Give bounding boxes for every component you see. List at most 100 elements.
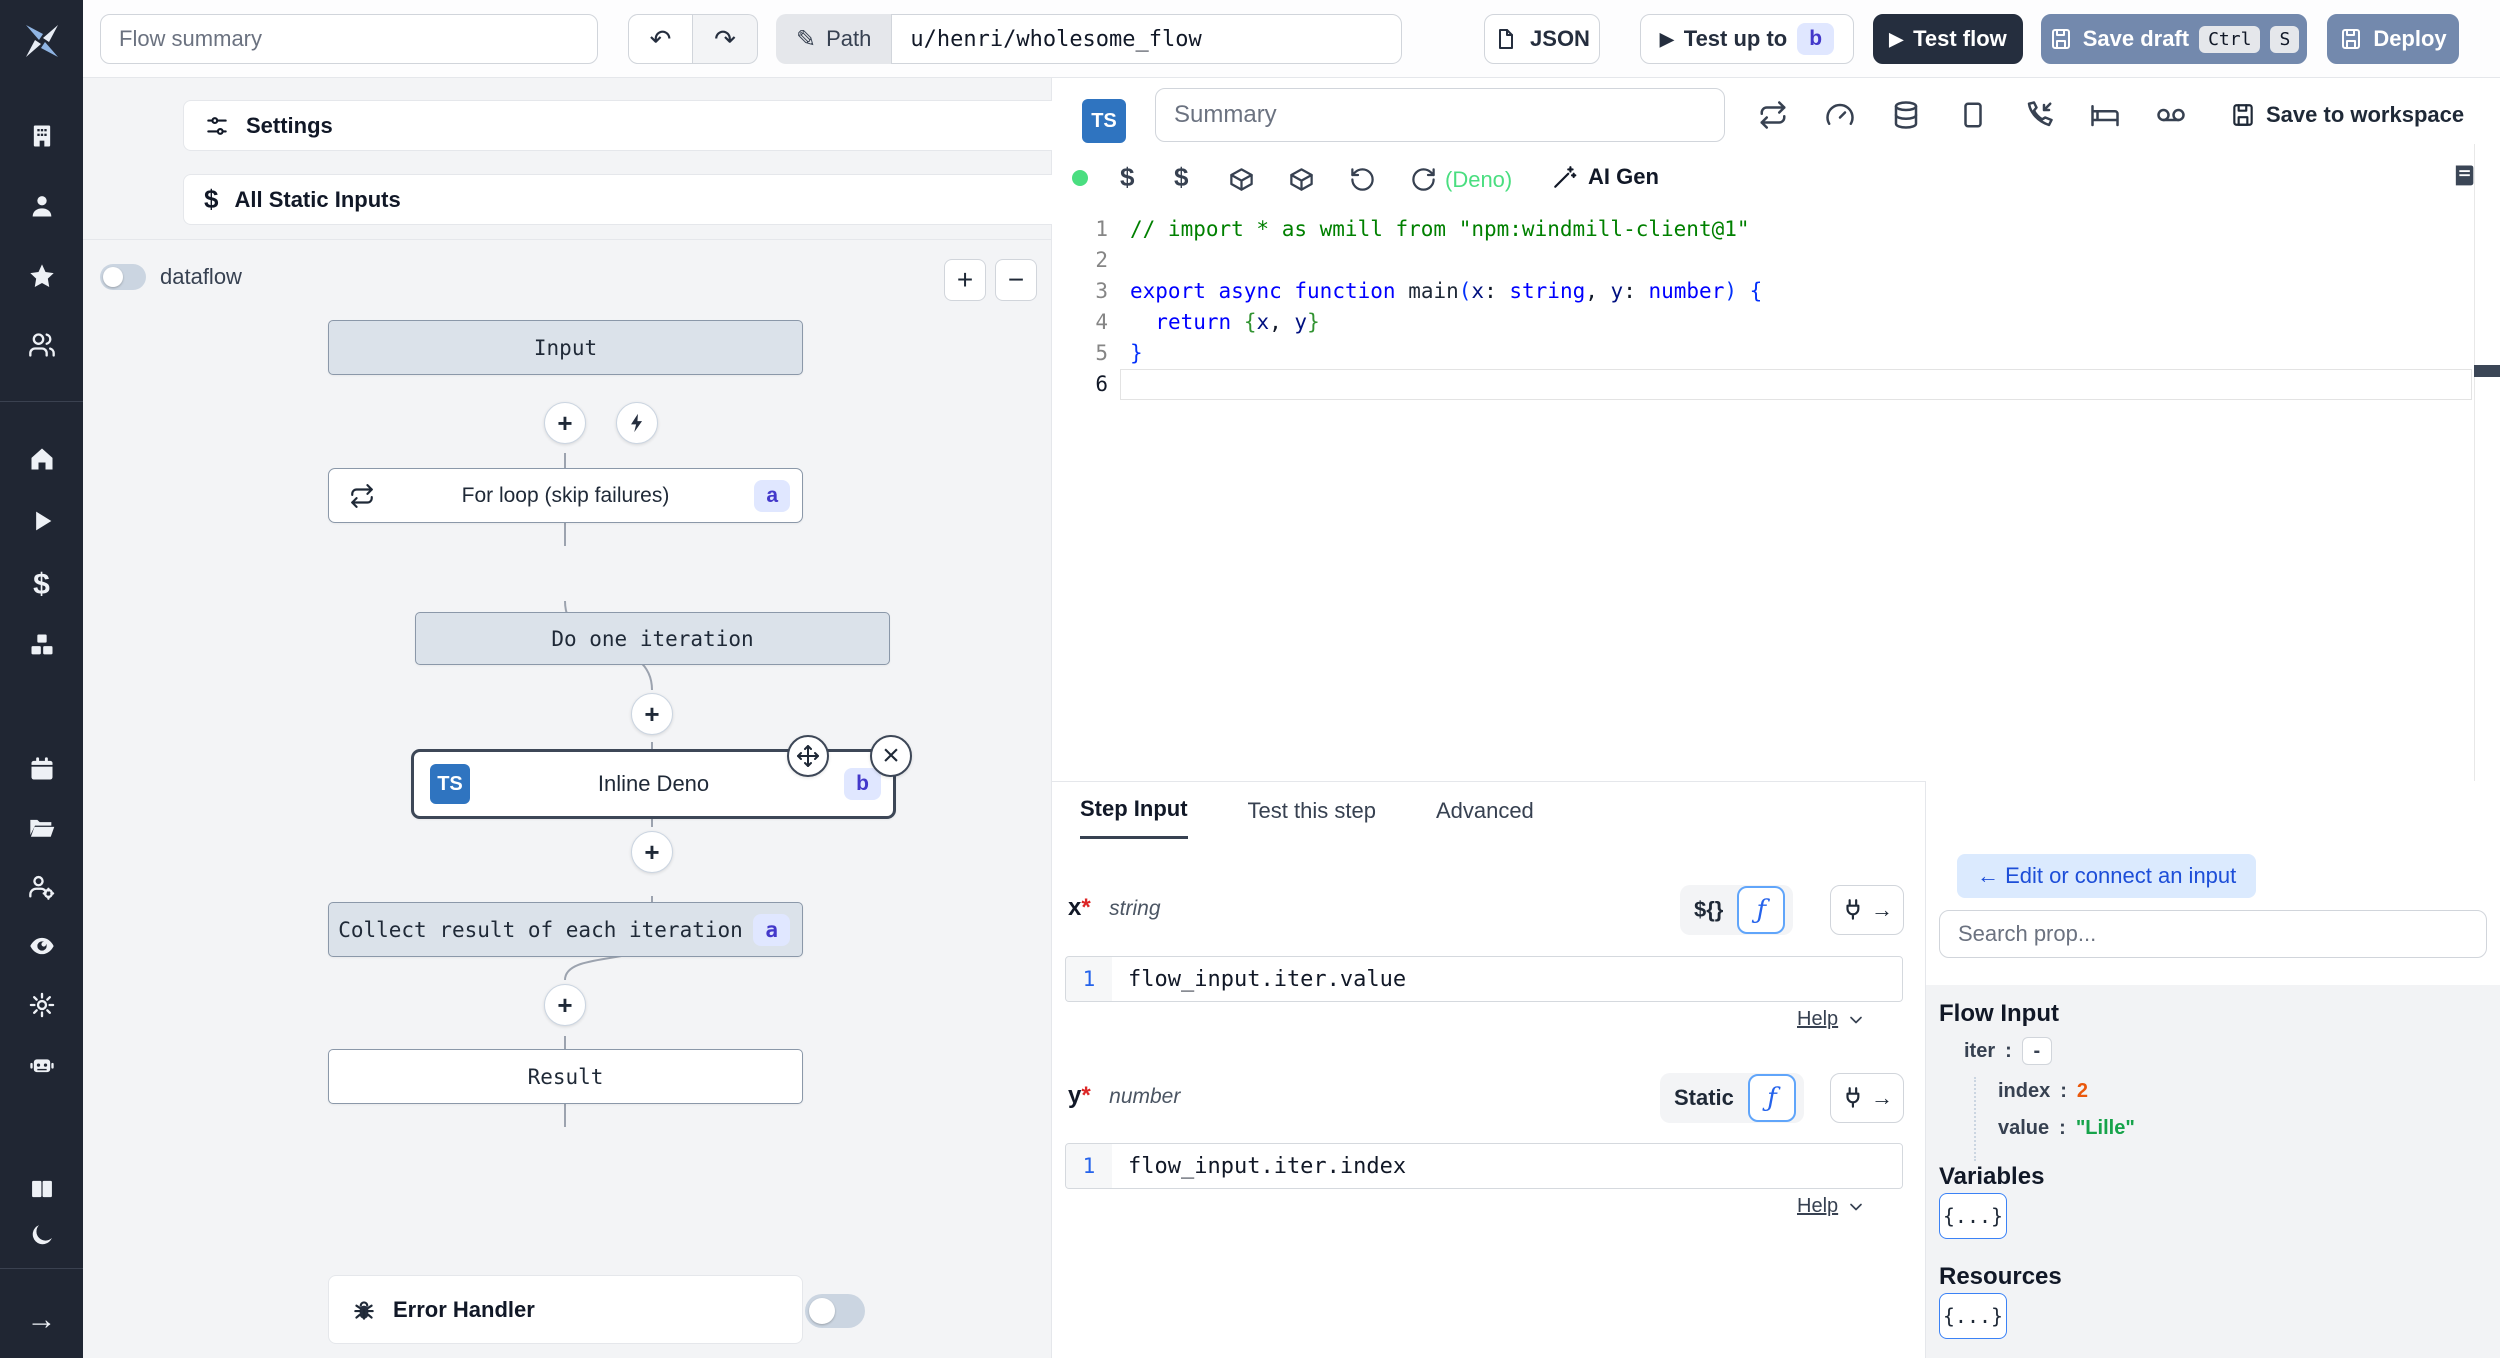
env-dollar-icon[interactable]: $	[1120, 162, 1134, 193]
path-input[interactable]	[891, 14, 1403, 64]
users-icon[interactable]	[0, 331, 83, 359]
voicemail-icon[interactable]	[2156, 100, 2186, 130]
tab-test-this-step[interactable]: Test this step	[1248, 798, 1376, 838]
add-step-button[interactable]: +	[631, 693, 673, 735]
error-handler-toggle[interactable]	[805, 1294, 865, 1328]
schedules-calendar-icon[interactable]	[0, 755, 83, 783]
home-icon[interactable]	[0, 445, 83, 473]
field-y-help-link[interactable]: Help	[1797, 1195, 1866, 1218]
mode-function-button[interactable]: ƒ	[1747, 1074, 1796, 1122]
add-step-button[interactable]: +	[544, 402, 586, 444]
mode-static-button[interactable]: Static	[1668, 1085, 1740, 1111]
tab-advanced[interactable]: Advanced	[1436, 798, 1534, 838]
node-collect-result[interactable]: Collect result of each iteration a	[328, 902, 803, 957]
json-button[interactable]: JSON	[1484, 14, 1600, 64]
workers-bot-icon[interactable]	[0, 1050, 83, 1078]
test-up-to-label: Test up to	[1683, 26, 1788, 51]
tree-row-value[interactable]: value : "Lille"	[1998, 1117, 2135, 1140]
bolt-icon	[631, 413, 643, 433]
tree-row-iter[interactable]: iter : -	[1964, 1037, 2052, 1065]
save-icon	[2342, 29, 2361, 49]
bed-icon[interactable]	[2090, 100, 2120, 130]
loop-repeat-icon[interactable]	[1758, 100, 1788, 130]
field-x-expression-editor[interactable]: 1 flow_input.iter.value	[1065, 956, 1903, 1002]
expression-code[interactable]: flow_input.iter.index	[1112, 1144, 1902, 1188]
redo-button[interactable]: ↷	[693, 14, 758, 64]
plug-icon	[1846, 1087, 1860, 1108]
chevron-down-icon	[1850, 1203, 1862, 1210]
all-static-inputs-card[interactable]: $ All Static Inputs	[183, 174, 1116, 225]
wand-sparkles-icon	[1554, 166, 1577, 188]
database-icon[interactable]	[1891, 100, 1921, 130]
node-result[interactable]: Result	[328, 1049, 803, 1104]
settings-card[interactable]: Settings	[183, 100, 1116, 151]
deploy-label: Deploy	[2373, 26, 2447, 51]
groups-users-cog-icon[interactable]	[0, 873, 83, 901]
gauge-icon[interactable]	[1825, 100, 1855, 130]
package-icon[interactable]	[1228, 166, 1255, 193]
runs-play-icon[interactable]	[0, 507, 83, 535]
audit-eye-icon[interactable]	[0, 932, 83, 960]
trigger-bolt-button[interactable]	[616, 402, 658, 444]
phone-incoming-icon[interactable]	[2024, 100, 2054, 130]
tab-step-input[interactable]: Step Input	[1080, 796, 1188, 839]
settings-gear-icon[interactable]	[0, 991, 83, 1019]
add-step-button[interactable]: +	[544, 984, 586, 1026]
expression-code[interactable]: flow_input.iter.value	[1112, 957, 1902, 1001]
expand-arrow-right-icon[interactable]: →	[0, 1303, 83, 1337]
mobile-rect-icon[interactable]	[1958, 100, 1988, 130]
variables-title: Variables	[1939, 1163, 2045, 1190]
flow-summary-input[interactable]	[100, 14, 598, 64]
field-y-expression-editor[interactable]: 1 flow_input.iter.index	[1065, 1143, 1903, 1189]
step-summary-input[interactable]	[1155, 88, 1725, 142]
collapse-toggle[interactable]: -	[2021, 1037, 2052, 1065]
node-input[interactable]: Input	[328, 320, 803, 375]
star-icon[interactable]	[0, 262, 83, 290]
node-forloop[interactable]: For loop (skip failures) a	[328, 468, 803, 523]
resources-expand-button[interactable]: {...}	[1939, 1293, 2007, 1339]
test-flow-button[interactable]: ▶ Test flow	[1873, 14, 2023, 64]
current-line-highlight	[1120, 369, 2472, 400]
test-up-to-button[interactable]: ▶ Test up to b	[1640, 14, 1854, 64]
deploy-button[interactable]: Deploy	[2327, 14, 2459, 64]
json-label: JSON	[1530, 26, 1590, 51]
step-panel: Step Input Test this step Advanced x* st…	[1052, 781, 1925, 1358]
workspace-building-icon[interactable]	[0, 122, 83, 150]
tree-row-index[interactable]: index : 2	[1998, 1080, 2088, 1103]
error-handler-card[interactable]: Error Handler	[328, 1275, 865, 1344]
prop-search-input[interactable]	[1939, 910, 2487, 958]
mode-function-button[interactable]: ƒ	[1737, 886, 1786, 934]
save-draft-button[interactable]: Save draft Ctrl S	[2041, 14, 2307, 64]
field-x-connect-button[interactable]: →	[1830, 885, 1904, 935]
overview-ruler-marker[interactable]	[2474, 365, 2500, 377]
close-icon: ×	[882, 739, 900, 772]
docs-book-icon[interactable]	[0, 1175, 83, 1203]
field-x-help-link[interactable]: Help	[1797, 1008, 1866, 1031]
field-y-connect-button[interactable]: →	[1830, 1073, 1904, 1123]
mode-template-button[interactable]: ${}	[1688, 897, 1729, 923]
env-dollar-icon[interactable]: $	[1174, 162, 1188, 193]
add-step-button[interactable]: +	[631, 831, 673, 873]
move-step-handle[interactable]	[787, 735, 829, 777]
resources-boxes-icon[interactable]	[0, 631, 83, 659]
variables-expand-button[interactable]: {...}	[1939, 1193, 2007, 1239]
package-icon[interactable]	[1288, 166, 1315, 193]
arrow-right-icon: →	[1871, 1085, 1893, 1110]
edit-or-connect-pill[interactable]: ← Edit or connect an input	[1957, 854, 2257, 898]
bug-icon	[354, 1300, 374, 1320]
rail-divider	[0, 401, 83, 402]
tree-key: index	[1998, 1080, 2051, 1102]
rotate-ccw-icon[interactable]	[1349, 166, 1376, 193]
node-do-one-iteration[interactable]: Do one iteration	[415, 612, 890, 665]
variables-dollar-icon[interactable]: $	[0, 568, 83, 602]
path-button[interactable]: ✎ Path	[776, 14, 892, 64]
dark-mode-moon-icon[interactable]	[0, 1221, 83, 1249]
save-to-workspace-button[interactable]: Save to workspace	[2230, 102, 2464, 128]
delete-step-button[interactable]: ×	[870, 735, 912, 777]
folders-icon[interactable]	[0, 814, 83, 842]
undo-button[interactable]: ↶	[628, 14, 693, 64]
reload-runtime-button[interactable]: (Deno)	[1410, 166, 1512, 193]
ai-gen-button[interactable]: AI Gen	[1552, 164, 1659, 190]
user-icon[interactable]	[0, 192, 83, 220]
windmill-logo[interactable]	[0, 0, 83, 78]
